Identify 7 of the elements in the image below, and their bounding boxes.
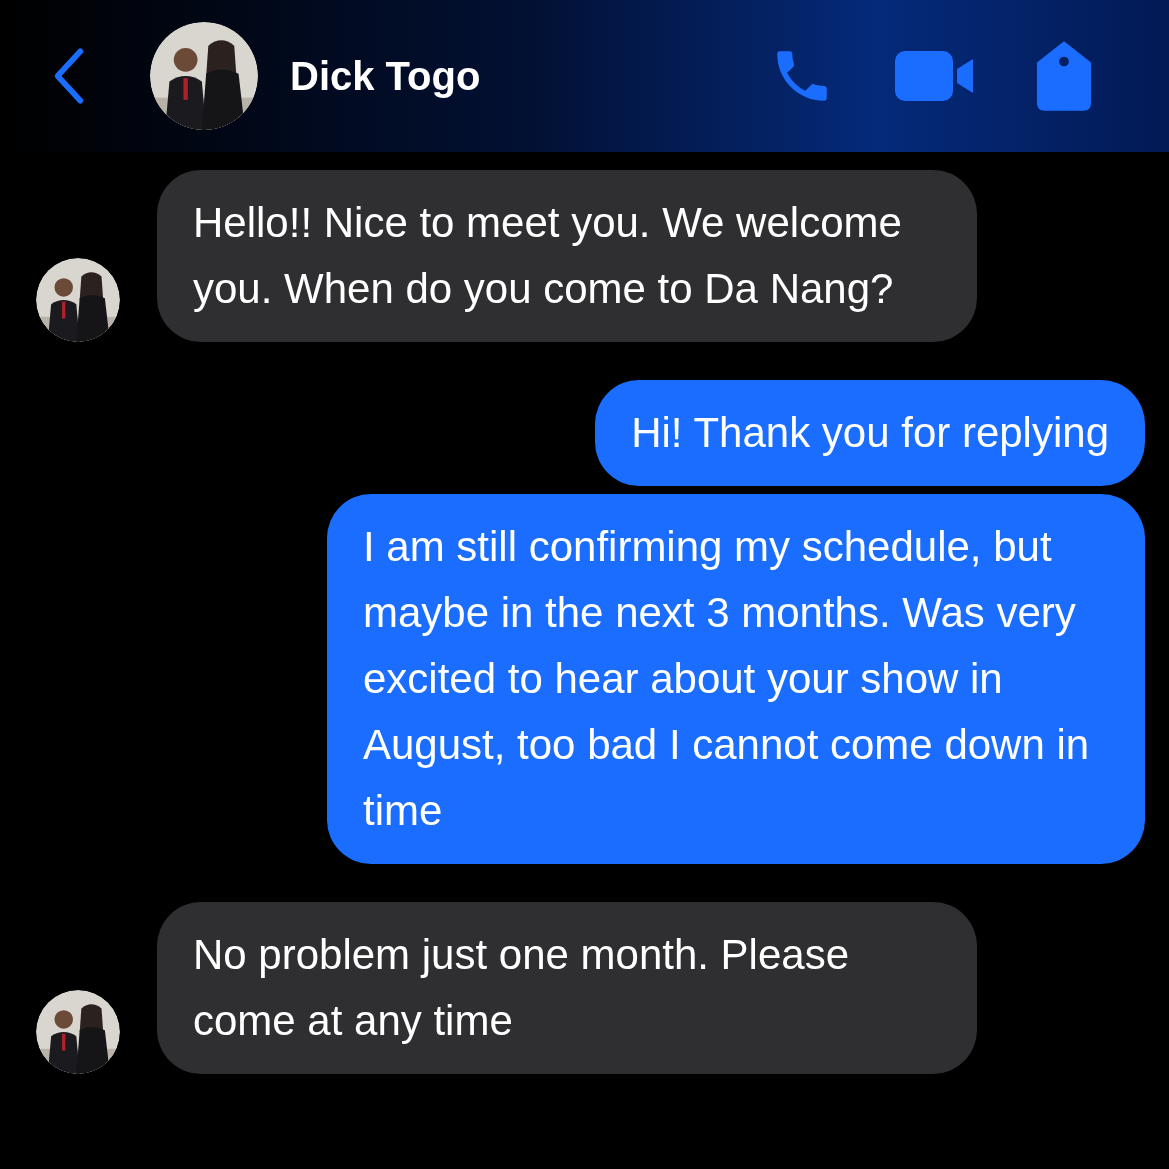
received-message: Hello!! Nice to meet you. We welcome you. When do you come to Da Nang? (157, 170, 977, 342)
sent-message: Hi! Thank you for replying (595, 380, 1145, 486)
video-camera-icon[interactable] (895, 51, 975, 101)
sent-message: I am still confirming my schedule, but maybe in the next 3 months. Was very excited to hear about your show in August, too bad I cannot come down in time (327, 494, 1145, 864)
tag-icon[interactable] (1035, 41, 1093, 111)
received-message: No problem just one month. Please come at any time (157, 902, 977, 1074)
contact-name: Dick Togo (290, 53, 481, 100)
